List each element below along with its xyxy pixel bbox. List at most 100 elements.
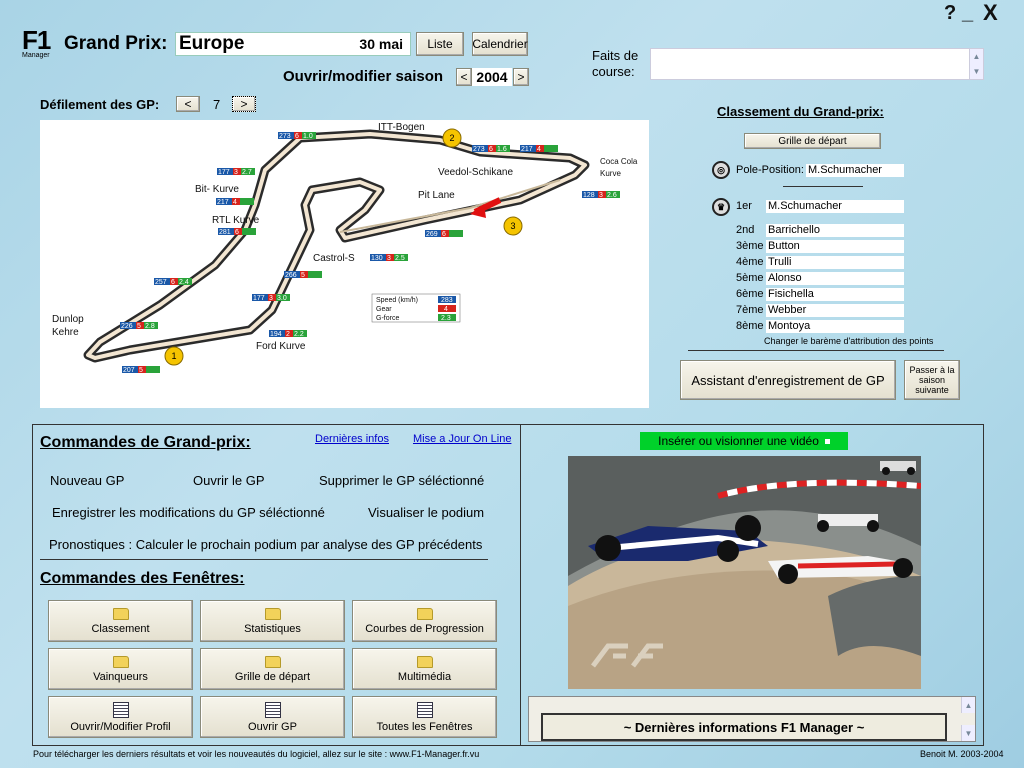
season-year[interactable]: 2004 — [472, 68, 512, 86]
speed-tag-value: 3 — [269, 295, 273, 302]
pronostiques-command[interactable]: Pronostiques : Calculer le prochain podi… — [49, 537, 482, 552]
sector-markers: 1 2 3 — [164, 128, 523, 366]
dernieres-infos-link[interactable]: Dernières infos — [315, 433, 389, 445]
faits-textarea[interactable]: ▲ ▼ — [650, 48, 984, 80]
speed-tag-value: 6 — [295, 133, 299, 140]
speed-tag-value: 2.7 — [242, 169, 252, 176]
rank-driver-field[interactable]: Montoya — [766, 320, 904, 333]
calendar-button[interactable]: Calendrier — [472, 32, 528, 56]
rank-label: 8ème — [736, 320, 764, 332]
window-tile-label: Vainqueurs — [93, 670, 148, 683]
speed-tag-value: 257 — [155, 279, 167, 286]
corner-label: Coca Cola — [600, 157, 638, 166]
rank-driver-field[interactable]: M.Schumacher — [766, 200, 904, 213]
assistant-gp-button[interactable]: Assistant d'enregistrement de GP — [680, 360, 896, 400]
speed-tag: 226 5 2.8 — [120, 322, 158, 330]
window-tile-button[interactable]: Vainqueurs — [48, 648, 193, 690]
window-tile-button[interactable]: Toutes les Fenêtres — [352, 696, 497, 738]
rank-driver-field[interactable]: Alonso — [766, 272, 904, 285]
close-button[interactable]: X — [983, 0, 998, 26]
ouvrir-gp-command[interactable]: Ouvrir le GP — [193, 473, 265, 488]
corner-label: RTL Kurve — [212, 215, 260, 226]
scroll-down-icon[interactable]: ▼ — [969, 64, 983, 79]
pole-label: Pole-Position: — [736, 164, 804, 176]
window-commands-title: Commandes des Fenêtres: — [40, 570, 245, 587]
season-next-button[interactable]: > — [513, 68, 529, 86]
next-season-button[interactable]: Passer à la saison suivante — [904, 360, 960, 400]
speed-tag-value: 5 — [301, 272, 305, 279]
footer-text: Pour télécharger les derniers résultats … — [33, 749, 480, 759]
legend-speed-value: 283 — [441, 297, 453, 304]
folder-icon — [416, 655, 433, 668]
speed-tag-value: 273 — [279, 133, 291, 140]
indicator-icon — [824, 438, 830, 444]
speed-tag-bg — [544, 145, 558, 152]
grille-depart-button[interactable]: Grille de départ — [744, 133, 881, 149]
gp-prev-button[interactable]: < — [176, 96, 200, 112]
window-tile-button[interactable]: Multimédia — [352, 648, 497, 690]
news-scroll-down-icon[interactable]: ▼ — [961, 725, 975, 741]
grand-prix-name: Europe — [179, 33, 245, 54]
window-tile-button[interactable]: Ouvrir/Modifier Profil — [48, 696, 193, 738]
speed-tag-value: 1.6 — [497, 146, 507, 153]
pole-value[interactable]: M.Schumacher — [806, 164, 904, 177]
mise-a-jour-link[interactable]: Mise a Jour On Line — [413, 433, 511, 445]
divider — [688, 350, 944, 351]
nouveau-gp-command[interactable]: Nouveau GP — [50, 473, 124, 488]
rank-driver-field[interactable]: Fisichella — [766, 288, 904, 301]
enregistrer-gp-command[interactable]: Enregistrer les modifications du GP sélé… — [52, 505, 325, 520]
window-tile-label: Ouvrir/Modifier Profil — [70, 720, 171, 733]
trophy-icon: ♛ — [712, 198, 730, 216]
grand-prix-field[interactable]: Europe 30 mai — [175, 32, 411, 56]
window-tile-label: Classement — [91, 622, 150, 635]
help-button[interactable]: ? — [944, 2, 956, 25]
speed-tag-value: 3.0 — [277, 295, 287, 302]
window-tile-button[interactable]: Ouvrir GP — [200, 696, 345, 738]
gp-number: 7 — [213, 97, 221, 112]
rank-driver-field[interactable]: Webber — [766, 304, 904, 317]
sector-marker: 2 — [449, 133, 454, 143]
gp-next-button[interactable]: > — [232, 96, 256, 112]
supprimer-gp-command[interactable]: Supprimer le GP séléctionné — [319, 473, 484, 488]
logo-manager: Manager — [22, 52, 50, 59]
window-tile-label: Grille de départ — [234, 670, 311, 683]
speed-tag: 194 2 2.2 — [269, 330, 307, 338]
legend-gear-value: 4 — [444, 306, 448, 313]
folder-icon — [264, 607, 281, 620]
rank-driver-field[interactable]: Button — [766, 240, 904, 253]
speed-tag-value: 2.5 — [395, 255, 405, 262]
rank-driver-field[interactable]: Barrichello — [766, 224, 904, 237]
speed-tag-value: 130 — [371, 255, 383, 262]
speed-tag-value: 217 — [521, 146, 533, 153]
scroll-up-icon[interactable]: ▲ — [969, 49, 983, 64]
app-logo: F1 Manager — [22, 27, 58, 62]
grand-prix-date: 30 mai — [359, 36, 403, 52]
window-tile-button[interactable]: Classement — [48, 600, 193, 642]
speed-tag-value: 266 — [285, 272, 297, 279]
rank-driver-field[interactable]: Trulli — [766, 256, 904, 269]
window-tile-button[interactable]: Statistiques — [200, 600, 345, 642]
speed-tag: 177 3 2.7 — [217, 168, 255, 176]
bareme-link[interactable]: Changer le barème d'attribution des poin… — [764, 336, 933, 346]
season-prev-button[interactable]: < — [456, 68, 472, 86]
corner-label: Castrol-S — [313, 253, 355, 264]
visualiser-podium-command[interactable]: Visualiser le podium — [368, 505, 484, 520]
speed-tag-value: 194 — [270, 331, 282, 338]
faits-label-line2: course: — [592, 64, 635, 79]
list-button[interactable]: Liste — [416, 32, 464, 56]
faits-label: Faits de course: — [592, 48, 638, 80]
speed-tag-value: 2.4 — [179, 279, 189, 286]
window-tile-button[interactable]: Grille de départ — [200, 648, 345, 690]
corner-label: Ford Kurve — [256, 341, 306, 352]
window-tile-button[interactable]: Courbes de Progression — [352, 600, 497, 642]
speed-tag-bg — [242, 228, 256, 235]
news-scroll-up-icon[interactable]: ▲ — [961, 697, 975, 713]
rank-label: 1er — [736, 200, 752, 212]
video-button[interactable]: Insérer ou visionner une vidéo — [640, 432, 848, 450]
corner-label: Kehre — [52, 327, 79, 338]
minimize-button[interactable]: _ — [962, 2, 973, 25]
season-label: Ouvrir/modifier saison — [283, 68, 444, 85]
video-button-label: Insérer ou visionner une vidéo — [658, 434, 819, 448]
document-icon — [416, 701, 433, 718]
speed-tag-value: 3 — [387, 255, 391, 262]
